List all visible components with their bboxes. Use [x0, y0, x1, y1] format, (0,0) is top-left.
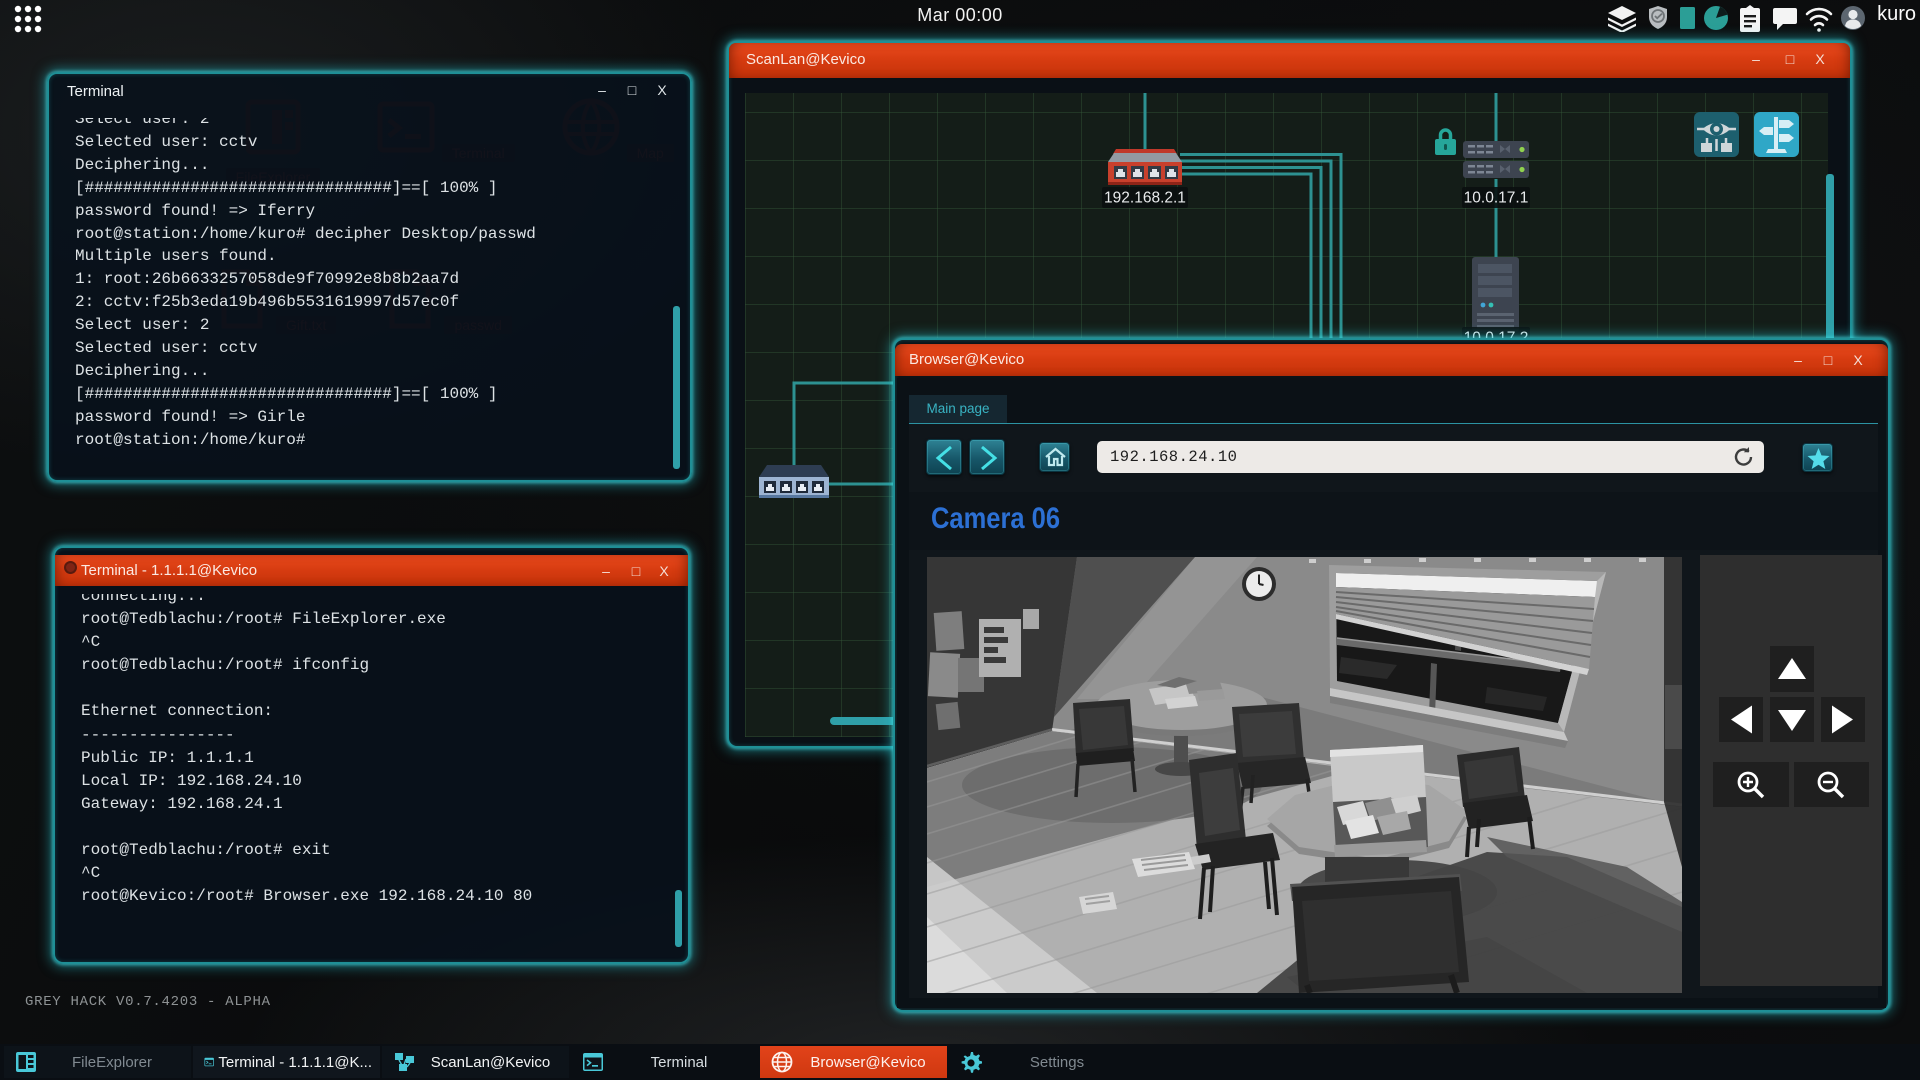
- svg-text:10.0.17.1: 10.0.17.1: [1464, 190, 1529, 207]
- svg-text:192.168.2.1: 192.168.2.1: [1104, 190, 1186, 207]
